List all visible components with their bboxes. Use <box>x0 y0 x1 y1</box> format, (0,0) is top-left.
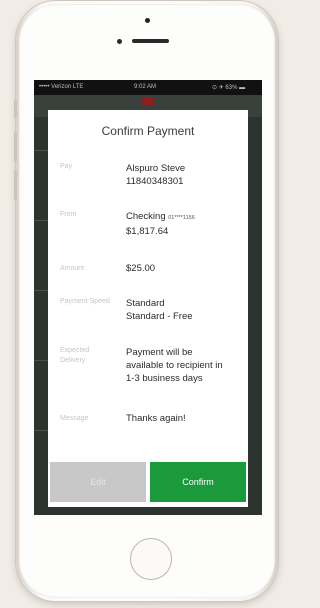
edit-button[interactable]: Edit <box>50 462 146 502</box>
from-value: Checking 01****1156 $1,817.64 <box>126 210 244 238</box>
delivery-line-2: available to recipient in <box>126 360 223 371</box>
background-divider <box>34 430 48 431</box>
status-time: 9:02 AM <box>134 84 157 90</box>
phone-screen: ••••• Verizon LTE 9:02 AM ⊙ ✈ 63% ▬ Conf… <box>34 80 262 515</box>
from-label: From <box>60 211 77 218</box>
from-account-balance: $1,817.64 <box>126 226 169 237</box>
background-divider <box>34 220 48 221</box>
background-divider <box>34 150 48 151</box>
amount-value: $25.00 <box>126 263 156 274</box>
delivery-line-1: Payment will be <box>126 347 193 358</box>
status-bar: ••••• Verizon LTE 9:02 AM ⊙ ✈ 63% ▬ <box>34 80 262 95</box>
payee-account-number: 11840348301 <box>126 176 184 187</box>
background-divider <box>34 290 48 291</box>
expected-delivery-value: Payment will be available to recipient i… <box>126 346 244 385</box>
from-account-masked: 01****1156 <box>168 215 195 221</box>
pay-label: Pay <box>60 163 73 170</box>
volume-up-button <box>14 132 17 162</box>
payment-speed-label: Payment Speed <box>60 298 110 305</box>
home-button[interactable] <box>130 538 172 580</box>
payment-speed-value: Standard Standard - Free <box>126 297 244 323</box>
background-divider <box>34 360 48 361</box>
expected-delivery-label: Expected Delivery <box>60 347 90 364</box>
camera-icon <box>145 18 150 23</box>
earpiece-speaker <box>132 39 169 43</box>
payee-name: Alspuro Steve <box>126 163 186 174</box>
volume-down-button <box>14 170 17 200</box>
payment-speed-type: Standard <box>126 298 165 309</box>
dialog-title: Confirm Payment <box>101 124 195 138</box>
front-sensor-icon <box>117 39 122 44</box>
delivery-line-3: 1-3 business days <box>126 373 203 384</box>
battery-icon: ⊙ ✈ 63% ▬ <box>212 85 246 91</box>
from-account: Checking 01****1156 <box>126 210 244 225</box>
message-label: Message <box>60 415 89 422</box>
payment-speed-fee: Standard - Free <box>126 311 193 322</box>
mute-switch <box>14 100 17 118</box>
pay-value: Alspuro Steve 11840348301 <box>126 162 244 188</box>
confirm-payment-dialog: Confirm Payment Pay Alspuro Steve 118403… <box>48 110 248 507</box>
app-logo-icon <box>142 97 154 105</box>
carrier-signal: ••••• Verizon LTE <box>39 84 84 90</box>
from-account-type: Checking <box>126 211 166 222</box>
amount-label: Amount <box>60 265 85 272</box>
confirm-button[interactable]: Confirm <box>150 462 246 502</box>
message-value: Thanks again! <box>126 413 186 424</box>
